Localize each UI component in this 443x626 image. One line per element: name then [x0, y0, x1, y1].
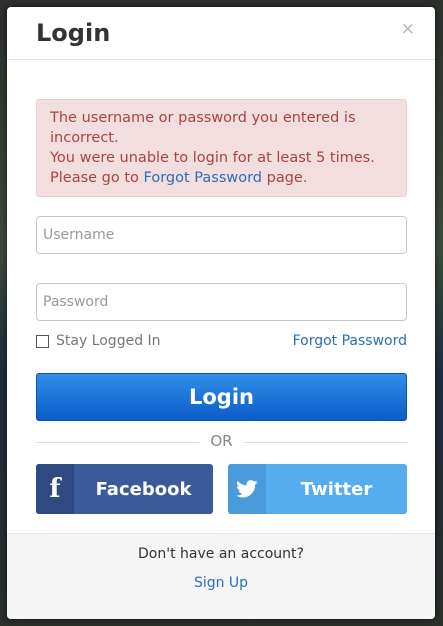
- signup-prompt: Don't have an account?: [138, 546, 304, 562]
- or-divider: OR: [36, 432, 407, 452]
- or-label: OR: [210, 432, 233, 450]
- stay-logged-in-checkbox[interactable]: [36, 334, 49, 348]
- divider-line-right: [244, 442, 407, 443]
- facebook-login-button[interactable]: f Facebook: [36, 464, 213, 514]
- twitter-label: Twitter: [300, 478, 373, 500]
- login-button[interactable]: Login: [36, 373, 407, 421]
- stay-logged-in[interactable]: Stay Logged In: [36, 333, 161, 349]
- forgot-password-link[interactable]: Forgot Password: [293, 333, 407, 349]
- modal-footer: Don't have an account? Sign Up: [7, 533, 435, 619]
- login-modal: Login × The username or password you ent…: [7, 7, 435, 619]
- alert-line-2: You were unable to login for at least 5 …: [50, 150, 375, 166]
- facebook-icon: f: [36, 464, 74, 514]
- signup-link[interactable]: Sign Up: [194, 575, 248, 591]
- facebook-label: Facebook: [95, 478, 192, 500]
- social-login-row: f Facebook Twitter: [36, 464, 407, 514]
- twitter-bird-icon: [228, 464, 266, 514]
- close-button[interactable]: ×: [401, 21, 415, 38]
- modal-title: Login: [36, 19, 111, 47]
- twitter-bird-svg: [236, 480, 258, 498]
- alert-line-3-suffix: page.: [262, 170, 308, 186]
- modal-header: Login ×: [7, 7, 435, 60]
- stay-logged-in-label: Stay Logged In: [56, 333, 161, 349]
- alert-forgot-password-link[interactable]: Forgot Password: [144, 170, 263, 186]
- twitter-login-button[interactable]: Twitter: [228, 464, 407, 514]
- error-alert: The username or password you entered is …: [36, 99, 407, 197]
- username-input[interactable]: [36, 216, 407, 254]
- alert-line-1: The username or password you entered is …: [50, 110, 356, 146]
- password-input[interactable]: [36, 283, 407, 321]
- modal-body: The username or password you entered is …: [36, 99, 407, 514]
- alert-line-3: Please go to Forgot Password page.: [50, 168, 393, 188]
- alert-line-3-prefix: Please go to: [50, 170, 144, 186]
- login-options-row: Stay Logged In Forgot Password: [36, 333, 407, 351]
